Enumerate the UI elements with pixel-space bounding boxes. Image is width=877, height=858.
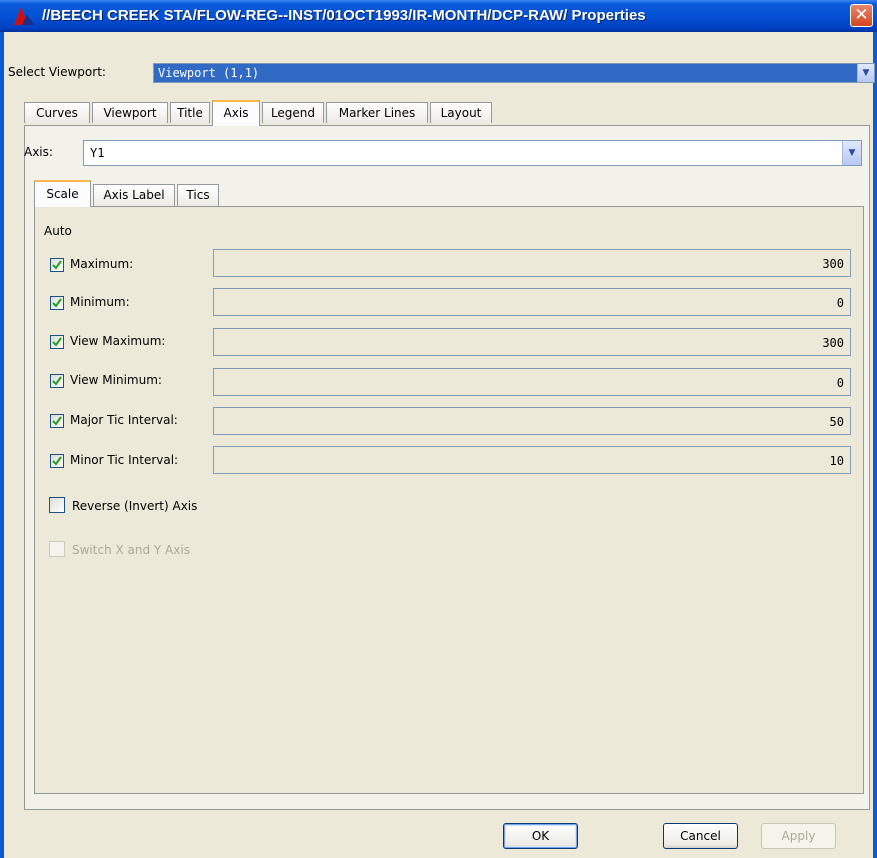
viewport-select-value: Viewport (1,1) [158, 66, 260, 80]
close-button[interactable]: ✕ [850, 4, 873, 27]
checkmark-icon [52, 260, 62, 270]
minimum-value: 0 [836, 296, 844, 310]
view-minimum-label: View Minimum: [70, 373, 162, 387]
minor-tic-interval-value: 10 [829, 454, 844, 468]
minor-tic-interval-checkbox[interactable] [50, 454, 64, 468]
window-frame-left [0, 32, 4, 858]
tab-axis-label[interactable]: Axis Label [93, 184, 175, 206]
app-logo-icon [14, 7, 34, 25]
maximum-checkbox[interactable] [50, 258, 64, 272]
tab-legend[interactable]: Legend [262, 102, 324, 123]
view-minimum-checkbox[interactable] [50, 374, 64, 388]
title-bar[interactable]: //BEECH CREEK STA/FLOW-REG--INST/01OCT19… [0, 0, 877, 32]
axis-select-value: Y1 [90, 146, 105, 160]
reverse-axis-label: Reverse (Invert) Axis [72, 499, 198, 513]
view-maximum-field[interactable]: 300 [213, 328, 851, 356]
tab-tics[interactable]: Tics [177, 184, 219, 206]
checkmark-icon [52, 298, 62, 308]
checkmark-icon [52, 376, 62, 386]
maximum-field[interactable]: 300 [213, 249, 851, 277]
window-frame-right [873, 32, 877, 858]
tab-curves[interactable]: Curves [24, 102, 90, 123]
close-icon: ✕ [854, 5, 869, 25]
maximum-value: 300 [822, 257, 844, 271]
major-tic-interval-field[interactable]: 50 [213, 407, 851, 435]
chevron-down-icon[interactable]: ▼ [857, 64, 874, 82]
major-tic-interval-label: Major Tic Interval: [70, 413, 178, 427]
auto-section-label: Auto [44, 224, 72, 238]
chevron-down-icon[interactable]: ▼ [842, 141, 861, 165]
checkmark-icon [52, 456, 62, 466]
view-minimum-value: 0 [836, 376, 844, 390]
ok-button[interactable]: OK [503, 823, 578, 849]
major-tic-interval-checkbox[interactable] [50, 414, 64, 428]
window-title: //BEECH CREEK STA/FLOW-REG--INST/01OCT19… [42, 7, 646, 24]
reverse-axis-checkbox[interactable] [49, 497, 65, 513]
cancel-button[interactable]: Cancel [663, 823, 738, 849]
viewport-select[interactable]: Viewport (1,1) ▼ [153, 63, 875, 83]
minor-tic-interval-field[interactable]: 10 [213, 446, 851, 474]
axis-select[interactable]: Y1 ▼ [83, 140, 862, 166]
checkmark-icon [52, 337, 62, 347]
minimum-checkbox[interactable] [50, 296, 64, 310]
tab-title[interactable]: Title [170, 102, 210, 123]
view-maximum-label: View Maximum: [70, 334, 166, 348]
view-minimum-field[interactable]: 0 [213, 368, 851, 396]
tab-axis[interactable]: Axis [212, 100, 260, 126]
view-maximum-value: 300 [822, 336, 844, 350]
switch-axis-checkbox [49, 541, 65, 557]
minor-tic-interval-label: Minor Tic Interval: [70, 453, 179, 467]
tab-marker-lines[interactable]: Marker Lines [326, 102, 428, 123]
minimum-field[interactable]: 0 [213, 288, 851, 316]
checkmark-icon [52, 416, 62, 426]
minimum-label: Minimum: [70, 295, 130, 309]
tab-layout[interactable]: Layout [430, 102, 492, 123]
apply-button: Apply [761, 823, 836, 849]
axis-label: Axis: [24, 145, 53, 159]
switch-axis-label: Switch X and Y Axis [72, 543, 190, 557]
major-tic-interval-value: 50 [829, 415, 844, 429]
tab-viewport[interactable]: Viewport [92, 102, 168, 123]
view-maximum-checkbox[interactable] [50, 335, 64, 349]
maximum-label: Maximum: [70, 257, 134, 271]
tab-scale[interactable]: Scale [34, 180, 91, 207]
select-viewport-label: Select Viewport: [8, 65, 106, 79]
